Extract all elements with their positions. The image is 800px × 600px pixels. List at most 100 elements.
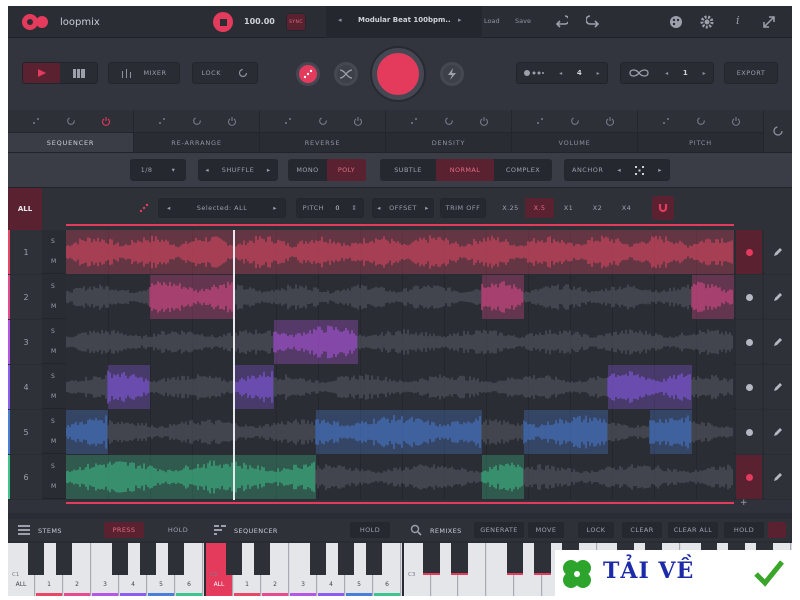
black-key[interactable] [365,543,383,575]
voice-toggle[interactable]: MONO POLY [288,159,366,181]
black-key[interactable] [111,543,129,575]
dice-icon[interactable] [535,116,545,126]
track-lane[interactable] [66,275,734,319]
power-icon[interactable] [101,116,111,126]
mono-option[interactable]: MONO [288,159,327,181]
power-icon[interactable] [227,116,237,126]
solo-button[interactable]: S [51,463,55,470]
tab-volume[interactable]: VOLUME [512,110,638,152]
magnet-button[interactable] [652,196,674,220]
solo-button[interactable]: S [51,328,55,335]
select-all-button[interactable]: ALL [8,188,42,230]
division-select[interactable]: 1/8 ▾ [130,159,186,181]
track-edit-button[interactable] [764,320,792,364]
track-lane[interactable] [66,320,734,364]
sequencer-hold-option[interactable]: HOLD [350,522,390,538]
next-project-icon[interactable]: ▸ [458,16,462,24]
redo-icon[interactable] [586,15,600,29]
lock-button[interactable]: LOCK [192,62,258,84]
anchor-select[interactable]: ANCHOR ◂ ▸ [564,159,670,181]
add-track-icon[interactable]: + [740,498,748,508]
track-record-button[interactable] [736,365,762,409]
speed-option[interactable]: X1 [554,198,583,218]
track-number[interactable]: 5 [8,410,42,454]
power-icon[interactable] [479,116,489,126]
loop-range-bar[interactable] [66,224,734,226]
dice-icon[interactable] [31,116,41,126]
black-key[interactable] [139,543,157,575]
keys-mode-button[interactable] [60,63,97,83]
solo-button[interactable]: S [51,418,55,425]
subtle-option[interactable]: SUBTLE [380,159,436,181]
track-lane[interactable] [66,365,734,409]
black-key[interactable] [337,543,355,575]
mute-button[interactable]: M [51,303,56,310]
bars-next-icon[interactable]: ▸ [597,70,600,77]
dice-icon[interactable] [157,116,167,126]
solo-button[interactable]: S [51,283,55,290]
remix-lock-button[interactable]: LOCK [578,522,614,538]
loop-range-bar-bottom[interactable] [66,502,734,504]
clear-all-button[interactable]: CLEAR ALL [668,522,718,538]
power-icon[interactable] [731,116,741,126]
mute-button[interactable]: M [51,258,56,265]
view-toggle[interactable] [22,62,98,84]
selection-select[interactable]: ◂ Selected: ALL ▸ [158,198,286,218]
black-key[interactable] [309,543,327,575]
refresh-icon[interactable] [696,116,706,126]
selection-prev-icon[interactable]: ◂ [167,204,171,212]
track-record-button[interactable] [736,275,762,319]
track-record-button[interactable] [736,320,762,364]
black-key[interactable] [451,543,468,575]
project-selector[interactable]: ◂ Modular Beat 100bpm.. ▸ [326,6,482,38]
track-number[interactable]: 4 [8,365,42,409]
mute-button[interactable]: M [51,348,56,355]
complexity-toggle[interactable]: SUBTLE NORMAL COMPLEX [380,159,552,181]
normal-option[interactable]: NORMAL [436,159,494,181]
dice-icon[interactable] [661,116,671,126]
speed-option[interactable]: X.5 [525,198,554,218]
mixer-button[interactable]: MIXER [108,62,180,84]
palette-icon[interactable] [669,15,683,29]
track-number[interactable]: 6 [8,455,42,499]
track-edit-button[interactable] [764,230,792,274]
tab-sequencer[interactable]: SEQUENCER [8,110,134,152]
shuffle-prev-icon[interactable]: ◂ [205,166,209,174]
track-record-button[interactable] [736,230,762,274]
clear-button[interactable]: CLEAR [622,522,662,538]
black-key[interactable] [167,543,185,575]
play-mode-button[interactable] [23,63,60,83]
black-key[interactable] [253,543,271,575]
black-key[interactable] [55,543,73,575]
track-number[interactable]: 3 [8,320,42,364]
prev-project-icon[interactable]: ◂ [338,16,342,24]
black-key[interactable] [423,543,441,575]
track-lane[interactable] [66,455,734,499]
load-button[interactable]: Load [484,17,500,25]
generate-button[interactable]: GENERATE [474,522,524,538]
shuffle-button[interactable] [334,62,358,86]
loops-prev-icon[interactable]: ◂ [665,70,668,77]
undo-icon[interactable] [554,15,568,29]
sync-button[interactable]: SYNC [286,13,306,31]
tab-reverse[interactable]: REVERSE [260,110,386,152]
shuffle-select[interactable]: ◂ SHUFFLE ▸ [198,159,278,181]
mute-button[interactable]: M [51,483,56,490]
tab-pitch[interactable]: PITCH [638,110,764,152]
speed-option[interactable]: X2 [583,198,612,218]
solo-button[interactable]: S [51,238,55,245]
offset-prev-icon[interactable]: ◂ [377,204,381,212]
shuffle-next-icon[interactable]: ▸ [267,166,271,174]
track-number[interactable]: 1 [8,230,42,274]
complex-option[interactable]: COMPLEX [494,159,552,181]
refresh-icon[interactable] [192,116,202,126]
bolt-button[interactable] [440,62,464,86]
black-key[interactable] [534,543,551,575]
trim-button[interactable]: TRIM OFF [440,198,486,218]
track-record-button[interactable] [736,455,762,499]
playhead[interactable] [233,230,235,500]
stems-hold-option[interactable]: HOLD [158,522,198,538]
track-number[interactable]: 2 [8,275,42,319]
loops-next-icon[interactable]: ▸ [703,70,706,77]
offset-next-icon[interactable]: ▸ [425,204,429,212]
